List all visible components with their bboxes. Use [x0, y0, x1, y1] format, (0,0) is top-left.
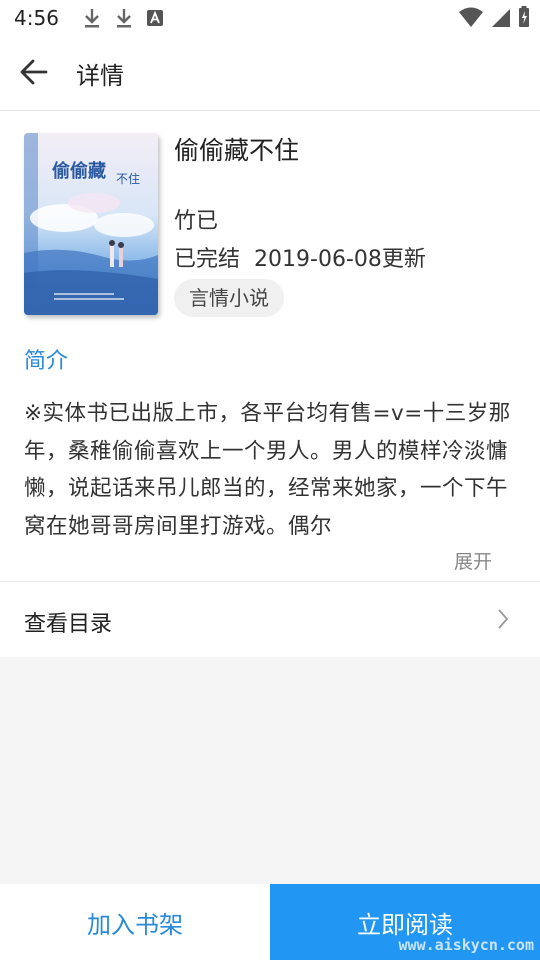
book-title: 偷偷藏不住: [174, 136, 300, 165]
intro-heading: 简介: [24, 349, 69, 374]
cover-title-text: 偷偷藏: [52, 160, 106, 182]
svg-text:不住: 不住: [116, 172, 140, 186]
table-of-contents-row[interactable]: 查看目录: [0, 582, 540, 657]
toc-label: 查看目录: [24, 612, 113, 637]
wifi-icon: [459, 7, 483, 27]
book-author: 竹已: [174, 209, 219, 234]
page-title: 详情: [76, 62, 124, 90]
app-bar: 详情: [0, 36, 540, 111]
download-icon: [84, 9, 99, 28]
signal-icon: [492, 9, 510, 27]
chevron-right-icon: [498, 609, 509, 629]
read-now-label: 立即阅读: [357, 910, 453, 939]
genre-tag[interactable]: 言情小说: [174, 279, 284, 317]
intro-text: ※实体书已出版上市，各平台均有售=v=十三岁那年，桑稚偷偷喜欢上一个男人。男人的…: [24, 401, 511, 539]
book-cover[interactable]: 偷偷藏 不住: [24, 133, 158, 315]
watermark: www.aiskycn.com: [398, 936, 534, 954]
expand-button[interactable]: 展开: [454, 547, 492, 574]
add-to-shelf-button[interactable]: 加入书架: [0, 884, 270, 960]
back-arrow-icon: [20, 59, 48, 85]
download-icon: [116, 9, 131, 28]
battery-icon: [519, 6, 529, 27]
status-time: 4:56: [14, 6, 59, 30]
book-meta: 已完结 2019-06-08更新: [174, 241, 426, 273]
system-icons: [458, 6, 530, 28]
notification-icons: [83, 7, 163, 29]
status-bar: 4:56: [0, 0, 540, 36]
book-status: 已完结: [174, 247, 241, 272]
book-cover-image: 偷偷藏 不住: [24, 133, 158, 315]
keyboard-a-icon: [146, 10, 163, 26]
book-updated: 2019-06-08更新: [254, 247, 426, 272]
book-detail: 偷偷藏 不住 偷偷藏不住 竹已 已完结 2019-06-08更新 言情小说 简介 …: [0, 111, 540, 657]
bottom-action-bar: 加入书架 立即阅读 www.aiskycn.com: [0, 884, 540, 960]
back-button[interactable]: [18, 56, 58, 92]
